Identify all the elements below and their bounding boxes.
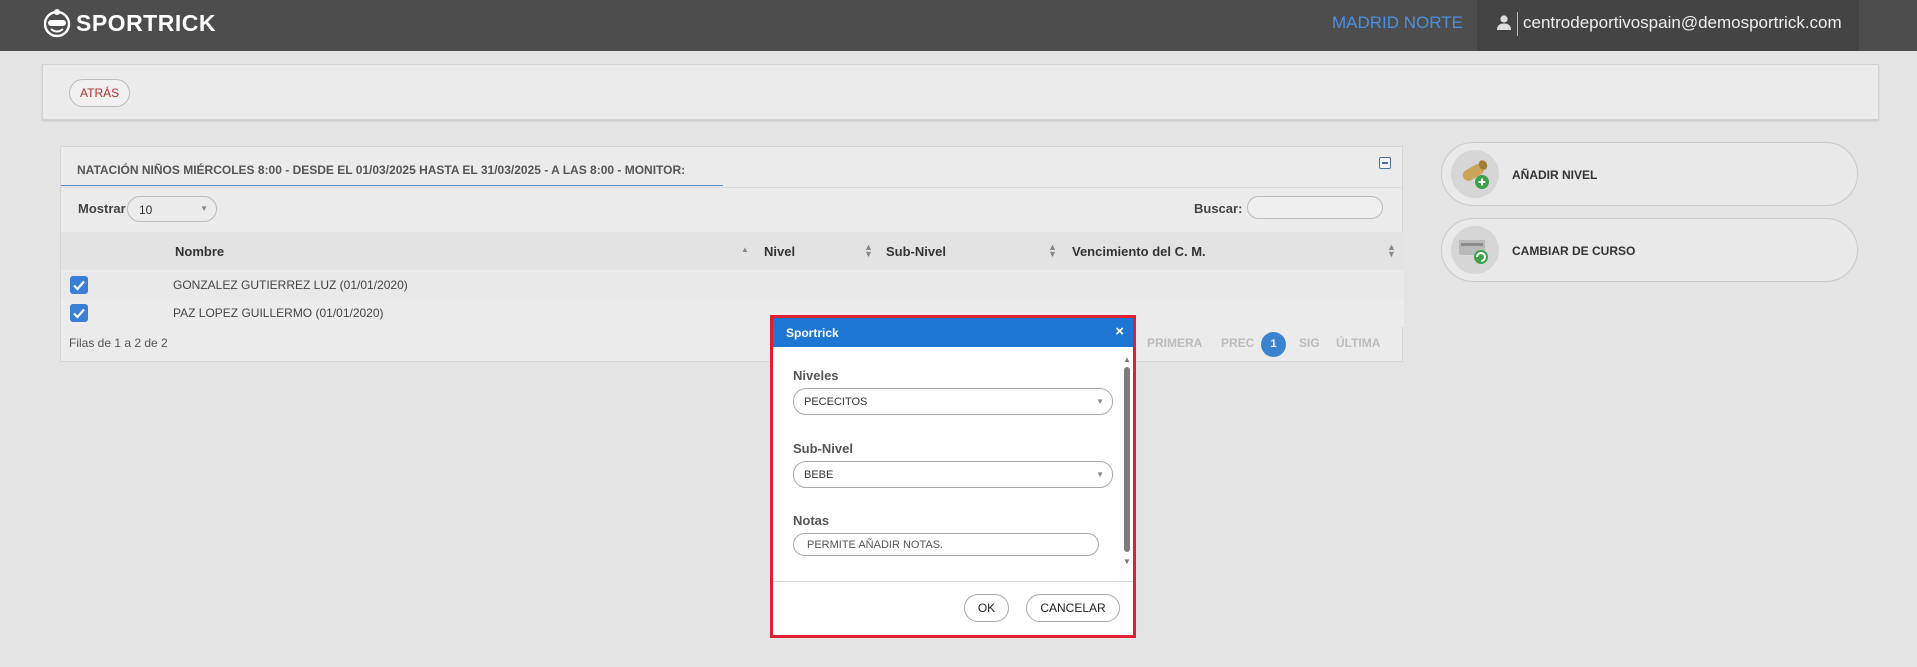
show-label: Mostrar: [78, 201, 126, 216]
user-icon: [1497, 15, 1511, 30]
notes-input[interactable]: PERMITE AÑADIR NOTAS.: [793, 533, 1099, 556]
check-icon: [73, 308, 85, 319]
table-row[interactable]: GONZALEZ GUTIERREZ LUZ (01/01/2020): [61, 271, 1404, 299]
sort-icon[interactable]: ▲ ▼: [1048, 243, 1057, 259]
dialog-header: Sportrick ×: [773, 318, 1133, 347]
page-size-value: 10: [139, 203, 153, 217]
scroll-up-icon[interactable]: ▲: [1123, 355, 1131, 364]
header-panel: ATRÁS: [42, 64, 1879, 120]
add-level-button[interactable]: AÑADIR NIVEL: [1441, 142, 1858, 206]
sportrick-logo-icon: [43, 9, 71, 38]
sort-asc-icon[interactable]: ▲: [741, 246, 749, 254]
back-button[interactable]: ATRÁS: [69, 79, 131, 107]
sublevel-select[interactable]: BEBE ▼: [793, 461, 1113, 488]
panel-title: NATACIÓN NIÑOS MIÉRCOLES 8:00 - DESDE EL…: [77, 163, 686, 177]
user-email[interactable]: centrodeportivospain@demosportrick.com: [1523, 13, 1842, 33]
course-students-panel: NATACIÓN NIÑOS MIÉRCOLES 8:00 - DESDE EL…: [60, 146, 1404, 362]
column-header-nombre[interactable]: Nombre: [175, 244, 224, 259]
student-name: GONZALEZ GUTIERREZ LUZ (01/01/2020): [173, 278, 408, 292]
pager-current-page[interactable]: 1: [1261, 332, 1286, 357]
row-checkbox[interactable]: [70, 276, 88, 294]
top-bar: SPORTRICK MADRID NORTE centrodeportivosp…: [0, 0, 1917, 51]
levels-select[interactable]: PECECITOS ▼: [793, 388, 1113, 415]
chevron-down-icon: ▼: [1096, 470, 1104, 479]
check-icon: [73, 280, 85, 291]
scroll-add-icon: [1451, 150, 1499, 198]
logo[interactable]: SPORTRICK: [42, 7, 216, 39]
pager-last[interactable]: ÚLTIMA: [1336, 336, 1380, 350]
club-selector[interactable]: MADRID NORTE: [1332, 13, 1463, 33]
scroll-down-icon[interactable]: ▼: [1123, 557, 1131, 566]
levels-value: PECECITOS: [804, 396, 868, 408]
column-header-subnivel[interactable]: Sub-Nivel: [886, 244, 946, 259]
brand-name: SPORTRICK: [76, 9, 216, 36]
levels-label: Niveles: [793, 368, 839, 383]
divider: [773, 581, 1133, 582]
ok-button[interactable]: OK: [964, 594, 1009, 622]
chevron-down-icon: ▼: [1096, 397, 1104, 406]
sort-icon[interactable]: ▲ ▼: [864, 243, 873, 259]
row-checkbox[interactable]: [70, 304, 88, 322]
transfer-icon: [1451, 226, 1499, 274]
student-name: PAZ LOPEZ GUILLERMO (01/01/2020): [173, 306, 384, 320]
close-icon[interactable]: ×: [1115, 324, 1124, 340]
divider: [61, 187, 1404, 188]
change-course-label: CAMBIAR DE CURSO: [1512, 244, 1636, 258]
scrollbar[interactable]: [1124, 367, 1130, 552]
table-row[interactable]: PAZ LOPEZ GUILLERMO (01/01/2020): [61, 299, 1404, 327]
sublevel-value: BEBE: [804, 469, 834, 481]
pager-first[interactable]: PRIMERA: [1147, 336, 1202, 350]
page-size-select[interactable]: 10 ▼: [127, 196, 217, 222]
add-level-label: AÑADIR NIVEL: [1512, 168, 1598, 182]
pager-next[interactable]: SIG: [1299, 336, 1320, 350]
sublevel-label: Sub-Nivel: [793, 441, 853, 456]
table-header: Nombre ▲ Nivel ▲ ▼ Sub-Nivel ▲ ▼ Vencimien…: [61, 232, 1404, 270]
change-course-button[interactable]: CAMBIAR DE CURSO: [1441, 218, 1858, 282]
dialog-title: Sportrick: [786, 326, 839, 340]
rows-info: Filas de 1 a 2 de 2: [69, 336, 168, 350]
search-input[interactable]: [1247, 196, 1383, 219]
collapse-icon[interactable]: [1379, 157, 1391, 169]
column-header-nivel[interactable]: Nivel: [764, 244, 795, 259]
cancel-button[interactable]: CANCELAR: [1026, 594, 1120, 622]
divider: [1517, 12, 1518, 36]
level-dialog: Sportrick × Niveles PECECITOS ▼ Sub-Nive…: [770, 315, 1136, 638]
notes-label: Notas: [793, 513, 830, 528]
chevron-down-icon: ▼: [200, 204, 208, 213]
title-underline: [61, 185, 723, 186]
sort-icon[interactable]: ▲ ▼: [1387, 243, 1396, 259]
pager-prev[interactable]: PREC: [1221, 336, 1254, 350]
column-header-vencimiento[interactable]: Vencimiento del C. M.: [1072, 244, 1206, 259]
search-label: Buscar:: [1194, 201, 1243, 216]
notes-value: PERMITE AÑADIR NOTAS.: [807, 539, 944, 551]
